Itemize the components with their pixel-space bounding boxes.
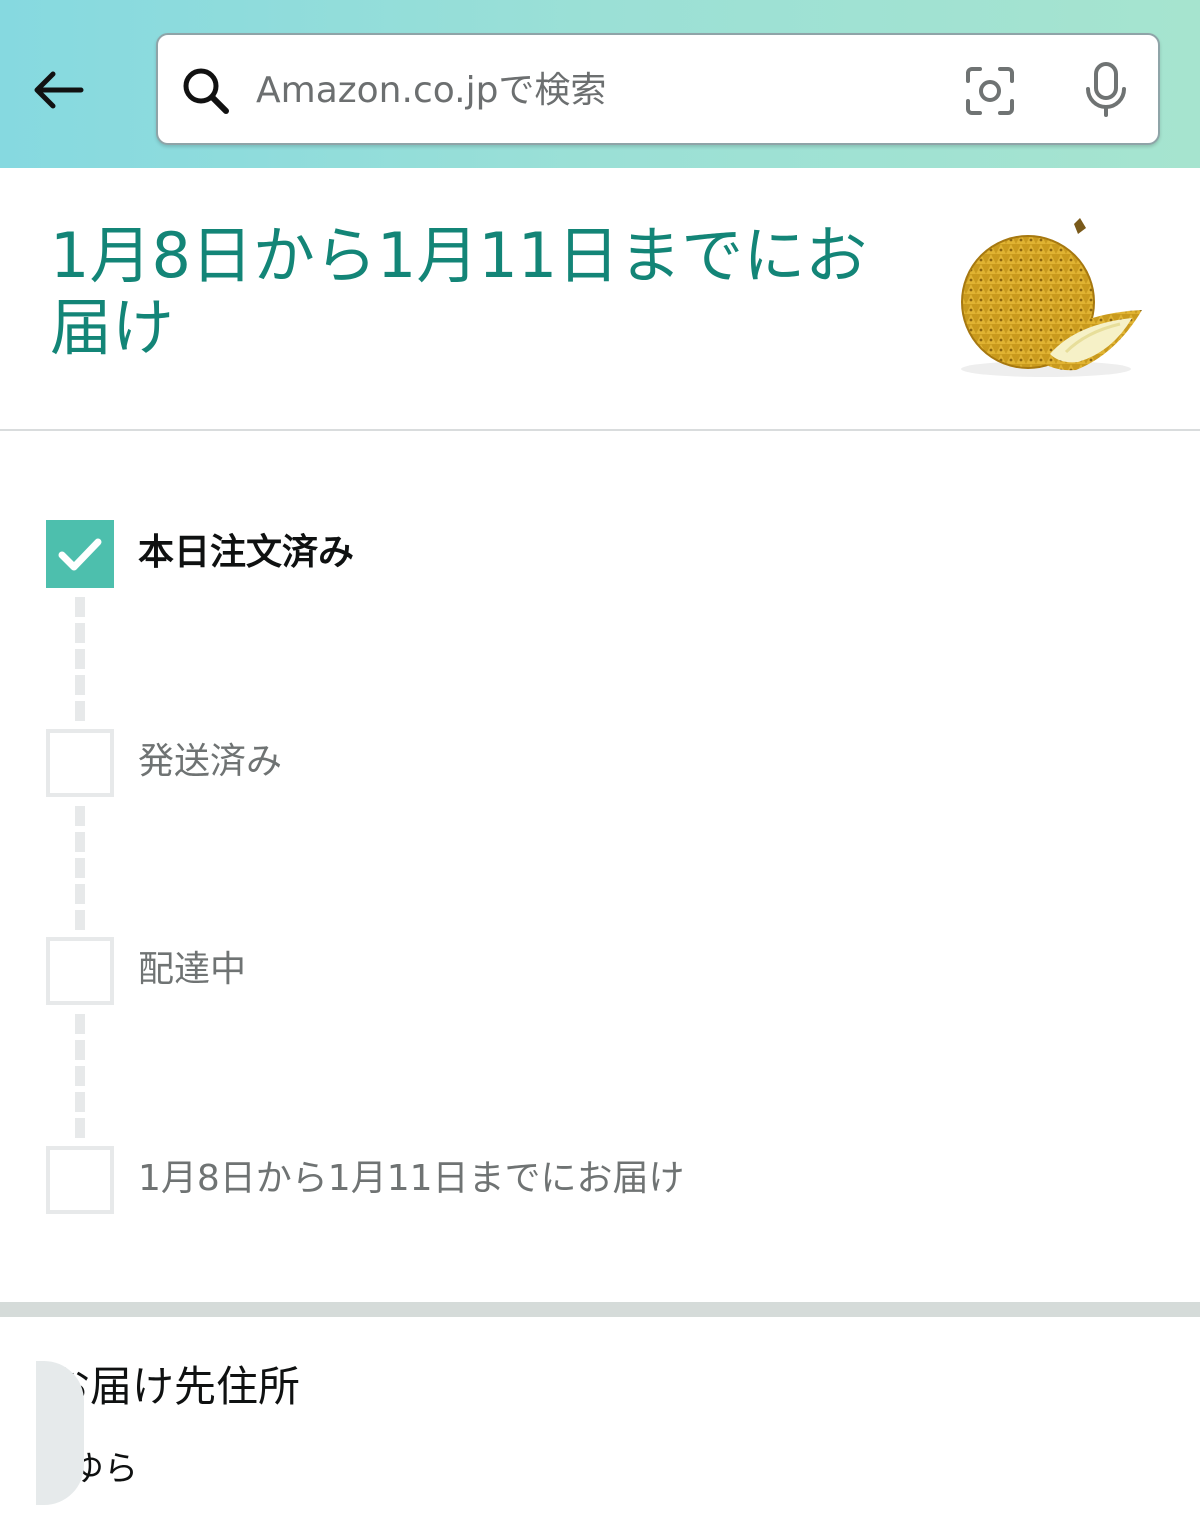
shipping-address-section: お届け先住所 ゆら (0, 1317, 1200, 1537)
product-image[interactable] (946, 214, 1146, 379)
step-label: 1月8日から1月11日までにお届け (138, 1158, 685, 1199)
step-checkbox-checked (46, 520, 114, 588)
tracker-step-shipped: 発送済み (46, 729, 946, 797)
tracker-connector (75, 597, 85, 721)
tracker-connector (75, 806, 85, 930)
microphone-icon[interactable] (1080, 61, 1132, 119)
address-heading: お届け先住所 (48, 1362, 301, 1411)
back-arrow-icon (34, 71, 84, 109)
top-bar (0, 0, 1200, 168)
tracker-step-ordered: 本日注文済み (46, 520, 946, 588)
step-checkbox (46, 729, 114, 797)
delivery-summary: 1月8日から1月11日までにお届け (0, 168, 1200, 430)
tracker-step-out-for-delivery: 配達中 (46, 937, 946, 1005)
step-label: 本日注文済み (138, 532, 355, 573)
checkmark-icon (58, 538, 102, 571)
step-label: 配達中 (138, 949, 247, 990)
tracker-step-delivery: 1月8日から1月11日までにお届け (46, 1146, 946, 1214)
redaction-mask (36, 1361, 84, 1505)
section-divider (0, 429, 1200, 431)
delivery-date-title: 1月8日から1月11日までにお届け (50, 219, 868, 364)
search-bar[interactable] (156, 33, 1160, 145)
search-icon[interactable] (180, 65, 232, 117)
tracker-connector (75, 1014, 85, 1138)
back-button[interactable] (22, 55, 92, 125)
step-checkbox (46, 1146, 114, 1214)
step-label: 発送済み (138, 741, 283, 782)
camera-icon[interactable] (964, 65, 1016, 117)
section-divider-thick (0, 1302, 1200, 1317)
step-checkbox (46, 937, 114, 1005)
search-input[interactable] (256, 57, 936, 123)
